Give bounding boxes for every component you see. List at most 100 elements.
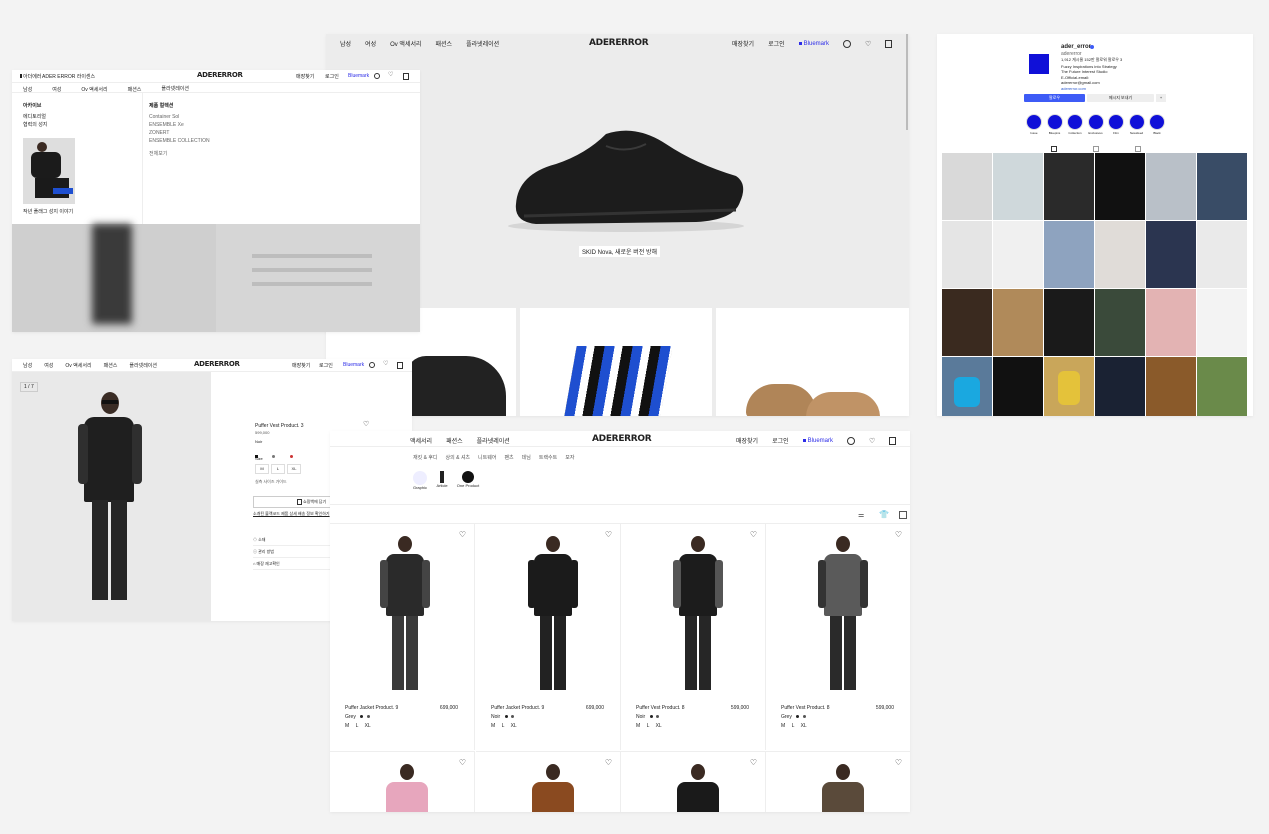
product-sizes[interactable]: M L XL [781,723,807,729]
highlight-item[interactable]: Newsfeed [1128,114,1146,135]
login-link[interactable]: 로그인 [319,362,333,369]
col1-item-editorial[interactable]: 에디토리얼 [23,113,46,120]
post-thumbnail[interactable] [942,357,992,416]
shipping-info-link[interactable]: 소개된 블랙코드 제품 상세 배송 정보 확인하기 [253,511,330,517]
post-thumbnail[interactable] [1095,289,1145,356]
model-view-icon[interactable]: 👕 [879,510,889,519]
post-thumbnail[interactable] [993,221,1043,288]
post-thumbnail[interactable] [1197,289,1247,356]
brand-logo[interactable]: ADERERROR [592,434,652,444]
search-icon[interactable] [843,39,851,48]
post-thumbnail[interactable] [1146,357,1196,416]
login-link[interactable]: 로그인 [772,436,789,445]
heart-icon[interactable]: ♡ [383,360,388,367]
product-card[interactable]: ♡ Puffer Jacket Product. 9 699,000 Noir … [476,524,621,750]
nav-accessories[interactable]: Ov 액세서리 [65,362,91,369]
post-thumbnail[interactable] [1095,357,1145,416]
nav-fashion[interactable]: 패션스 [436,39,453,48]
cat-knit[interactable]: 니트웨어 [478,454,496,461]
post-thumbnail[interactable] [1095,221,1145,288]
brand-logo[interactable]: ADERERROR [197,71,243,79]
wishlist-heart-icon[interactable]: ♡ [895,530,902,539]
highlight-item[interactable]: Issue [1025,114,1043,135]
size-selector[interactable]: M L XL [255,464,301,474]
col2-view-all[interactable]: 전체보기 [149,150,167,157]
heart-icon[interactable]: ♡ [865,40,871,48]
swatch-icon[interactable] [510,715,514,718]
thumb-article[interactable]: Article [432,471,452,488]
size-xl[interactable]: XL [287,464,301,474]
wishlist-heart-icon[interactable]: ♡ [750,758,757,767]
nav-fashion[interactable]: 패션스 [104,362,118,369]
nav-planet[interactable]: 플라넷레이션 [477,436,510,445]
swatch-icon[interactable] [366,715,370,718]
heart-icon[interactable]: ♡ [388,71,393,78]
product-image[interactable]: 1 / 7 [12,372,211,621]
cat-track[interactable]: 트랙수트 [539,454,557,461]
post-thumbnail[interactable] [1197,357,1247,416]
post-thumbnail[interactable] [1146,221,1196,288]
menu-feature-image[interactable] [23,138,75,204]
store-finder-link[interactable]: 매장찾기 [292,362,310,369]
post-thumbnail[interactable] [1146,289,1196,356]
nav-women[interactable]: 여성 [44,362,53,369]
search-icon[interactable] [374,73,380,79]
tagged-tab-icon[interactable] [1135,146,1141,152]
top-link-license[interactable]: ADER ERROR 라이센스 [42,73,95,80]
top-link-ader[interactable]: 아더에러 [20,73,41,80]
product-sizes[interactable]: M L XL [491,723,517,729]
wishlist-heart-icon[interactable]: ♡ [459,530,466,539]
nav-men[interactable]: 남성 [340,39,351,48]
ig-avatar[interactable] [1029,54,1049,74]
nav-women[interactable]: 여성 [365,39,376,48]
col1-item-collab[interactable]: 협력의 성지 [23,121,47,128]
product-sizes[interactable]: M L XL [636,723,662,729]
post-thumbnail[interactable] [1146,153,1196,220]
post-thumbnail[interactable] [993,153,1043,220]
grid-tab-icon[interactable] [1051,146,1057,152]
cat-tops[interactable]: 상의 & 셔츠 [446,454,471,461]
search-icon[interactable] [369,362,375,368]
heart-icon[interactable]: ♡ [869,437,875,445]
post-thumbnail[interactable] [993,289,1043,356]
nav-accessories[interactable]: Ov 액세서리 [390,39,421,48]
swatch-icon[interactable] [649,715,653,718]
grid-view-icon[interactable] [899,511,907,519]
swatch-icon[interactable] [796,715,800,718]
nav-men[interactable]: 남성 [23,362,32,369]
nav-planet[interactable]: 플라넷레이션 [466,39,499,48]
cat-denim[interactable]: 데님 [522,454,531,461]
product-card[interactable]: ♡ Puffer Vest Product. 8 599,000 Grey M … [766,524,910,750]
swatch-red[interactable] [289,455,293,458]
reels-tab-icon[interactable] [1093,146,1099,152]
swatch-icon[interactable] [504,715,508,718]
wishlist-heart-icon[interactable]: ♡ [363,420,369,428]
tile-slippers[interactable] [716,308,909,416]
bag-icon[interactable] [397,362,403,369]
post-thumbnail[interactable] [942,153,992,220]
hero-shoe-image[interactable] [496,124,756,234]
hero-caption[interactable]: SKID Nova, 새로운 버전 방해 [579,246,660,257]
search-icon[interactable] [847,436,855,445]
product-card[interactable]: ♡ [476,751,621,812]
swatch-icon[interactable] [655,715,659,718]
size-m[interactable]: M [255,464,269,474]
filter-icon[interactable]: ⚌ [858,511,864,519]
bag-icon[interactable] [403,73,409,80]
size-guide-link[interactable]: 실측 사이즈 가이드 [255,479,287,485]
post-thumbnail[interactable] [1044,221,1094,288]
store-finder-link[interactable]: 매장찾기 [732,39,754,48]
swatch-icon[interactable] [802,715,806,718]
store-finder-link[interactable]: 매장찾기 [296,73,314,80]
post-thumbnail[interactable] [1197,221,1247,288]
swatch-icon[interactable] [360,715,364,718]
wishlist-heart-icon[interactable]: ♡ [605,758,612,767]
col2-item-1[interactable]: Container Sol [149,114,179,120]
message-button[interactable]: 메시지 보내기 [1087,94,1154,102]
product-card[interactable]: ♡ [621,751,766,812]
post-thumbnail[interactable] [1044,153,1094,220]
wishlist-heart-icon[interactable]: ♡ [459,758,466,767]
brand-logo[interactable]: ADERERROR [589,38,649,48]
cat-hats[interactable]: 모자 [565,454,574,461]
brand-logo[interactable]: ADERERROR [194,360,240,368]
